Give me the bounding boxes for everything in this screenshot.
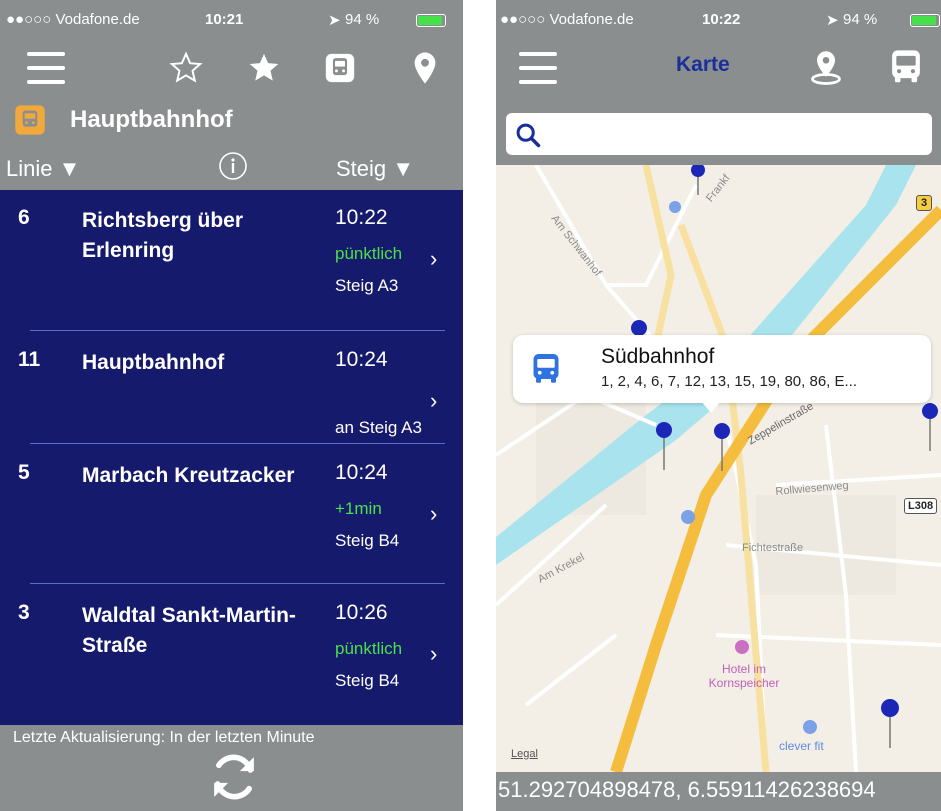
location-arrow-icon: ➤ — [328, 12, 341, 29]
callout-pointer — [701, 401, 721, 413]
update-footer: Letzte Aktualisierung: In der letzten Mi… — [0, 725, 463, 811]
punctuality-status: +1min — [335, 499, 382, 518]
map-screen: ●●○○○ Vodafone.de 10:22 ➤ 94 % Karte Am … — [496, 0, 941, 811]
refresh-button[interactable] — [206, 749, 262, 810]
train-station-icon — [325, 53, 355, 83]
refresh-icon — [214, 754, 254, 800]
menu-button[interactable] — [24, 46, 68, 90]
punctuality-status: pünktlich — [335, 244, 403, 263]
stop-name: Südbahnhof — [601, 345, 715, 368]
search-icon — [516, 123, 541, 148]
location-arrow-icon: ➤ — [826, 12, 839, 29]
road-sign-l308: L308 — [904, 498, 938, 514]
search-input[interactable] — [546, 119, 924, 149]
divider — [30, 443, 445, 444]
carrier-label: ●●○○○ Vodafone.de — [500, 11, 634, 28]
station-header: Hauptbahnhof — [0, 100, 463, 140]
destination: Hauptbahnhof — [82, 351, 225, 374]
departures-list: 6 Richtsberg über Erlenring 10:22 pünktl… — [0, 190, 463, 725]
chevron-right-icon: › — [430, 246, 438, 271]
line-number: 5 — [18, 461, 30, 484]
destination: Richtsberg über Erlenring — [82, 209, 244, 262]
chevron-right-icon: › — [430, 388, 438, 413]
departure-time: 10:26 — [335, 601, 388, 624]
street-label-fichte: Fichtestraße — [742, 542, 804, 554]
departure-row[interactable]: 3 Waldtal Sankt-Martin-Straße 10:26 pünk… — [0, 585, 463, 720]
coordinates-readout: 51.292704898478, 6.55911426238694 — [498, 777, 876, 802]
sort-by-platform[interactable]: Steig ▼ — [336, 156, 414, 182]
bus-icon — [533, 354, 559, 383]
info-icon — [219, 152, 247, 180]
column-headers: Linie ▼ Steig ▼ — [0, 146, 463, 188]
battery-icon — [910, 14, 940, 27]
poi-label-fitness: clever fit — [779, 739, 824, 753]
line-number: 11 — [18, 348, 41, 371]
stop-lines: 1, 2, 4, 6, 7, 12, 13, 15, 19, 80, 86, E… — [601, 373, 858, 390]
departure-row[interactable]: 6 Richtsberg über Erlenring 10:22 pünktl… — [0, 190, 463, 325]
status-bar: ●●○○○ Vodafone.de 10:21 ➤ 94 % — [0, 9, 463, 31]
chevron-right-icon: › — [430, 501, 438, 526]
map-pin-icon — [811, 51, 841, 85]
carrier-label: ●●○○○ Vodafone.de — [6, 11, 140, 28]
divider — [30, 330, 445, 331]
menu-button[interactable] — [516, 46, 560, 90]
search-field[interactable] — [506, 113, 932, 155]
platform: an Steig A3 — [335, 418, 422, 437]
page-title: Karte — [676, 53, 730, 76]
line-number: 6 — [18, 206, 30, 229]
station-button[interactable] — [320, 48, 360, 88]
clock-label: 10:22 — [702, 11, 741, 28]
station-icon — [14, 104, 46, 141]
my-location-button[interactable] — [806, 47, 846, 87]
legal-link[interactable]: Legal — [511, 748, 538, 760]
departure-time: 10:22 — [335, 206, 388, 229]
stops-button[interactable] — [886, 47, 926, 87]
station-name: Hauptbahnhof — [70, 106, 233, 133]
location-pin-icon — [414, 52, 436, 84]
status-bar: ●●○○○ Vodafone.de 10:22 ➤ 94 % — [496, 9, 941, 31]
departure-screen: ●●○○○ Vodafone.de 10:21 ➤ 94 % Hauptbahn… — [0, 0, 463, 811]
stop-callout[interactable]: Südbahnhof 1, 2, 4, 6, 7, 12, 13, 15, 19… — [513, 335, 931, 403]
line-number: 3 — [18, 601, 30, 624]
battery-percent: 94 % — [345, 11, 380, 28]
favorites-button[interactable] — [244, 48, 284, 88]
battery-percent: 94 % — [843, 11, 878, 28]
poi-label-hotel: Hotel im Kornspeicher — [708, 662, 780, 690]
clock-label: 10:21 — [205, 11, 244, 28]
sort-by-line[interactable]: Linie ▼ — [6, 156, 80, 182]
divider — [30, 583, 445, 584]
platform: Steig B4 — [335, 671, 400, 690]
departure-row[interactable]: 5 Marbach Kreutzacker 10:24 +1min Steig … — [0, 445, 463, 580]
departure-time: 10:24 — [335, 348, 388, 371]
platform: Steig B4 — [335, 531, 400, 550]
battery-icon — [416, 14, 446, 27]
punctuality-status: pünktlich — [335, 639, 403, 658]
star-icon — [249, 53, 279, 81]
star-outline-icon — [169, 51, 203, 83]
destination: Waldtal Sankt-Martin-Straße — [82, 604, 296, 657]
bus-icon — [892, 50, 920, 83]
info-button[interactable] — [215, 150, 251, 188]
last-update-label: Letzte Aktualisierung: In der letzten Mi… — [13, 729, 315, 746]
favorite-outline-button[interactable] — [166, 48, 206, 88]
departure-time: 10:24 — [335, 461, 388, 484]
chevron-right-icon: › — [430, 641, 438, 666]
coordinates-bar: 51.292704898478, 6.55911426238694 — [496, 772, 941, 811]
road-sign-3: 3 — [916, 195, 933, 211]
platform: Steig A3 — [335, 276, 399, 295]
destination: Marbach Kreutzacker — [82, 464, 295, 487]
location-button[interactable] — [405, 48, 445, 88]
map-view[interactable]: Am Schwanhof Frankf Zeppelinstraße Rollw… — [496, 165, 941, 772]
